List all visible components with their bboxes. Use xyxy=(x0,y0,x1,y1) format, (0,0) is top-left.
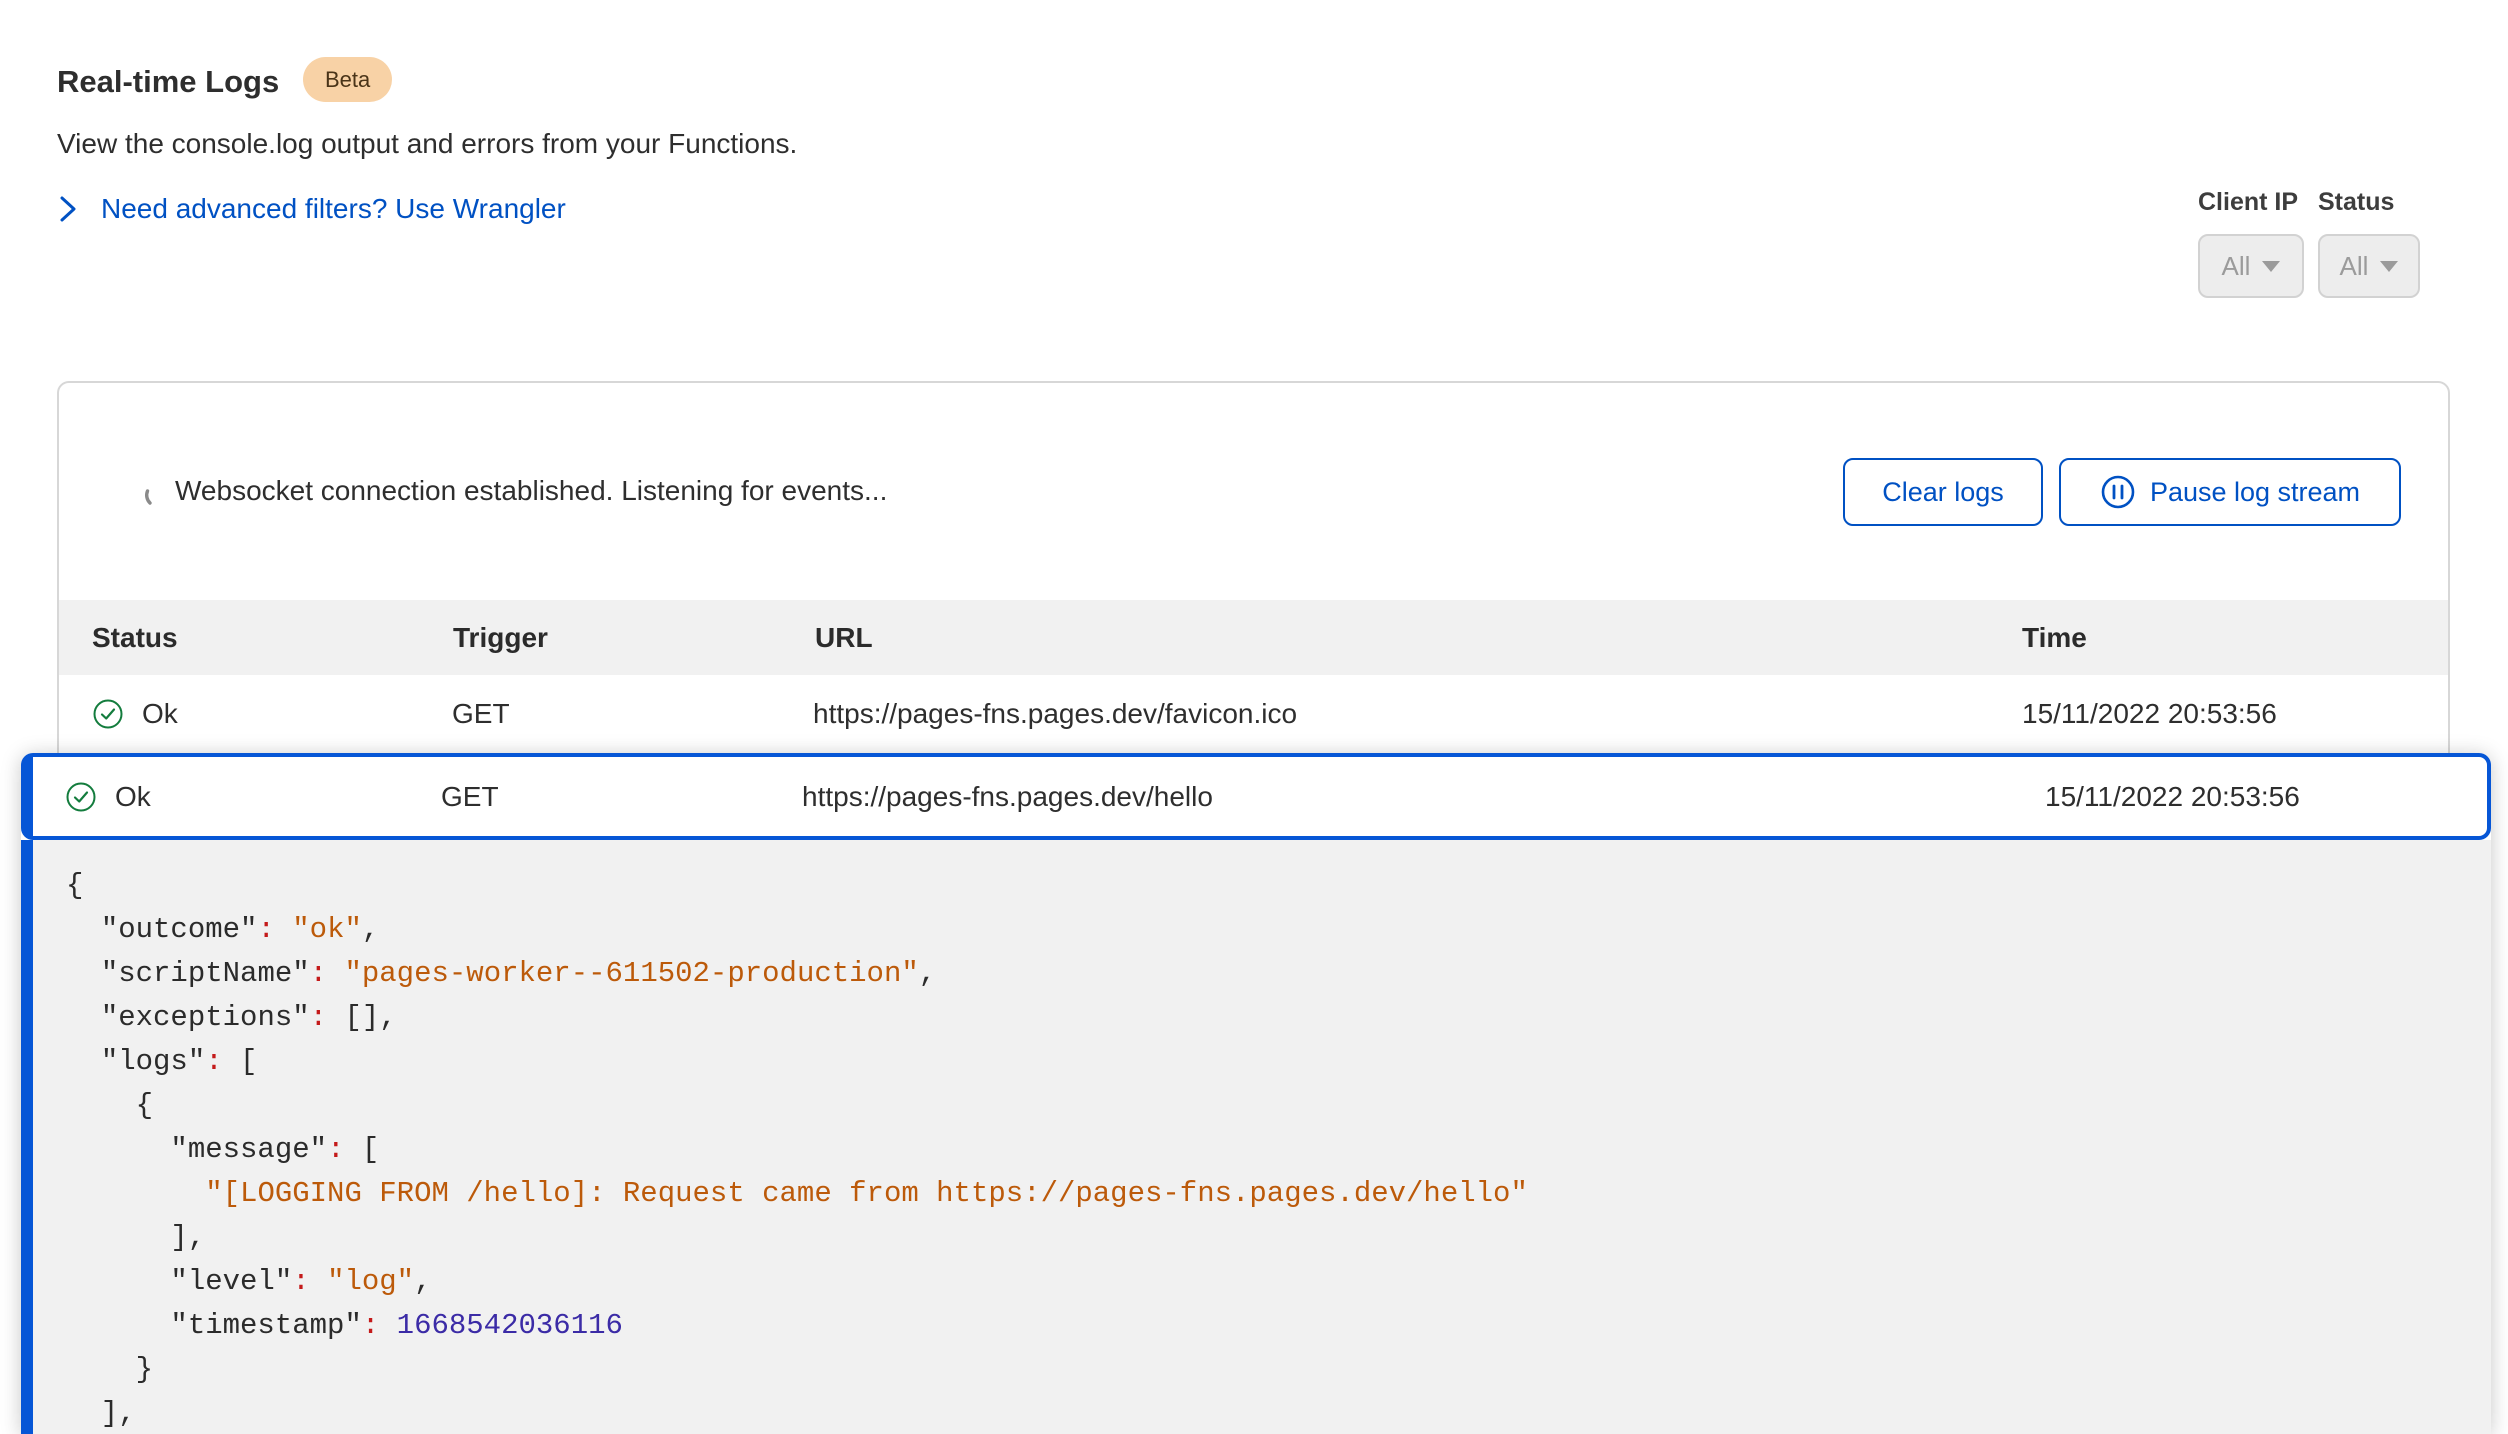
clear-logs-label: Clear logs xyxy=(1882,477,2004,508)
time-cell: 15/11/2022 20:53:56 xyxy=(2045,757,2300,836)
json-line: { xyxy=(66,1084,2491,1128)
json-line: "logs": [ xyxy=(66,1040,2491,1084)
status-filter-value: All xyxy=(2340,251,2369,282)
log-table-row[interactable]: Ok GET https://pages-fns.pages.dev/favic… xyxy=(59,675,2448,753)
json-line: { xyxy=(66,864,2491,908)
json-line: "exceptions": [], xyxy=(66,996,2491,1040)
chevron-right-icon xyxy=(57,194,79,224)
column-header-url: URL xyxy=(815,600,873,675)
column-header-status: Status xyxy=(92,600,178,675)
client-ip-filter-label: Client IP xyxy=(2198,188,2298,217)
page-title: Real-time Logs xyxy=(57,64,279,100)
column-header-time: Time xyxy=(2022,600,2087,675)
wrangler-link-label: Need advanced filters? Use Wrangler xyxy=(101,193,566,225)
status-filter-label: Status xyxy=(2318,188,2394,217)
client-ip-filter-value: All xyxy=(2222,251,2251,282)
json-line: "[LOGGING FROM /hello]: Request came fro… xyxy=(66,1172,2491,1216)
websocket-status-message: Websocket connection established. Listen… xyxy=(175,475,887,507)
status-label: Ok xyxy=(142,698,178,730)
url-cell: https://pages-fns.pages.dev/hello xyxy=(802,757,1213,836)
json-line: ], xyxy=(66,1392,2491,1434)
pause-stream-label: Pause log stream xyxy=(2150,477,2360,508)
json-line: "level": "log", xyxy=(66,1260,2491,1304)
check-circle-icon xyxy=(92,698,124,730)
pause-circle-icon xyxy=(2100,474,2136,510)
caret-down-icon xyxy=(2262,261,2280,272)
check-circle-icon xyxy=(65,781,97,813)
trigger-cell: GET xyxy=(441,757,499,836)
status-filter-dropdown[interactable]: All xyxy=(2318,234,2420,298)
log-json-detail: { "outcome": "ok", "scriptName": "pages-… xyxy=(21,840,2491,1434)
pause-log-stream-button[interactable]: Pause log stream xyxy=(2059,458,2401,526)
json-line: ], xyxy=(66,1216,2491,1260)
log-table-row-selected[interactable]: Ok GET https://pages-fns.pages.dev/hello… xyxy=(21,753,2491,840)
url-cell: https://pages-fns.pages.dev/favicon.ico xyxy=(813,675,1297,753)
status-cell: Ok xyxy=(65,757,151,836)
time-cell: 15/11/2022 20:53:56 xyxy=(2022,675,2277,753)
expanded-log-card: Ok GET https://pages-fns.pages.dev/hello… xyxy=(21,753,2491,1434)
beta-badge: Beta xyxy=(303,57,392,102)
client-ip-filter-dropdown[interactable]: All xyxy=(2198,234,2304,298)
json-line: } xyxy=(66,1348,2491,1392)
status-cell: Ok xyxy=(92,675,178,753)
json-line: "timestamp": 1668542036116 xyxy=(66,1304,2491,1348)
page-subtitle: View the console.log output and errors f… xyxy=(57,128,797,160)
caret-down-icon xyxy=(2380,261,2398,272)
wrangler-advanced-filters-link[interactable]: Need advanced filters? Use Wrangler xyxy=(57,193,566,225)
clear-logs-button[interactable]: Clear logs xyxy=(1843,458,2043,526)
json-line: "scriptName": "pages-worker--611502-prod… xyxy=(66,952,2491,996)
json-line: "outcome": "ok", xyxy=(66,908,2491,952)
column-header-trigger: Trigger xyxy=(453,600,548,675)
json-line: "message": [ xyxy=(66,1128,2491,1172)
websocket-status-bar: Websocket connection established. Listen… xyxy=(59,383,2448,600)
status-label: Ok xyxy=(115,781,151,813)
loading-spinner-icon xyxy=(143,479,173,514)
log-table-header: Status Trigger URL Time xyxy=(59,600,2448,675)
trigger-cell: GET xyxy=(452,675,510,753)
